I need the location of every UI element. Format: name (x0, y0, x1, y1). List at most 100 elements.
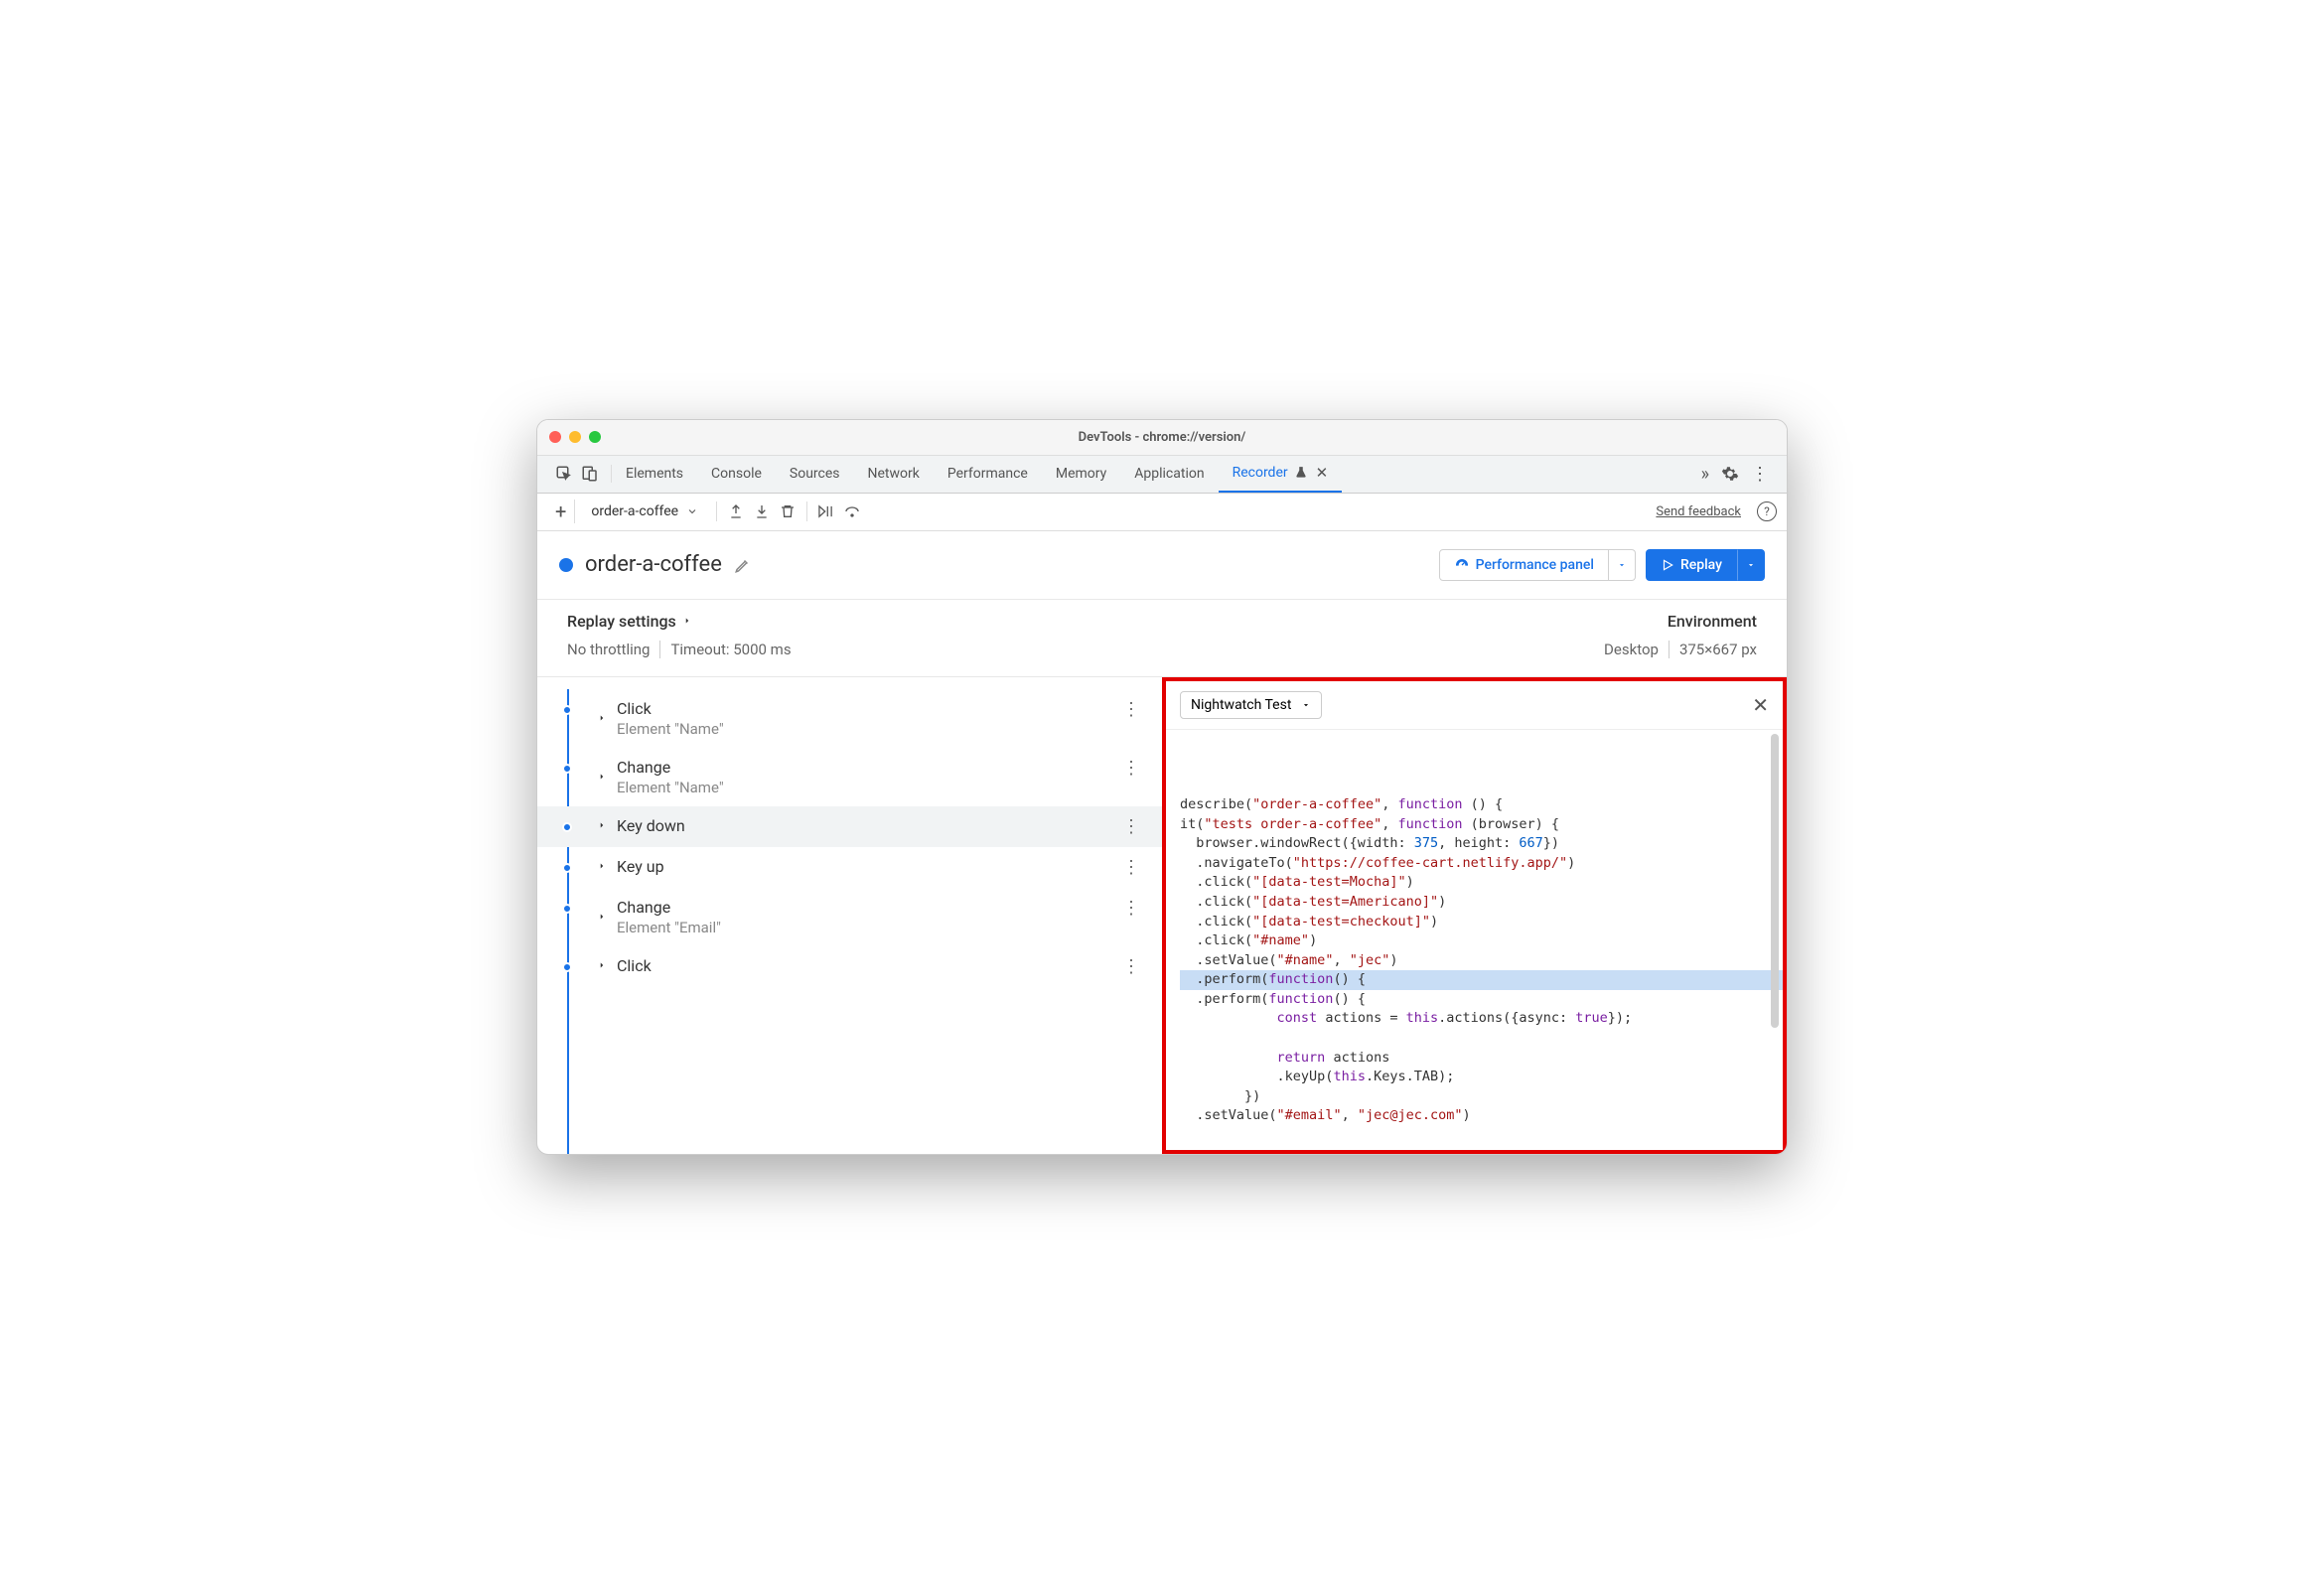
step-title: Change (617, 898, 1112, 917)
step-row[interactable]: Key down ⋮ (537, 806, 1162, 847)
recording-status-dot (559, 558, 573, 572)
tab-performance[interactable]: Performance (934, 455, 1042, 493)
main-area: Click Element "Name" ⋮ Change Element "N… (537, 677, 1787, 1154)
titlebar: DevTools - chrome://version/ (537, 420, 1787, 456)
step-menu-button[interactable]: ⋮ (1112, 857, 1150, 878)
help-icon[interactable]: ? (1757, 501, 1777, 521)
step-menu-button[interactable]: ⋮ (1112, 816, 1150, 837)
send-feedback-link[interactable]: Send feedback (1656, 504, 1741, 519)
recording-select[interactable]: order-a-coffee (583, 503, 706, 519)
devtools-window: DevTools - chrome://version/ ElementsCon… (536, 419, 1788, 1155)
step-menu-button[interactable]: ⋮ (1112, 699, 1150, 720)
timeline-dot (562, 904, 572, 914)
environment-label: Environment (1668, 612, 1757, 631)
code-line: }) (1180, 1087, 1769, 1107)
chevron-right-icon (597, 820, 607, 830)
play-pause-icon[interactable] (817, 502, 835, 520)
play-icon (1661, 558, 1674, 572)
tab-sources[interactable]: Sources (776, 455, 854, 493)
settings-icon[interactable] (1721, 465, 1739, 483)
replay-settings-row: Replay settings Environment (537, 600, 1787, 635)
replay-label: Replay (1680, 557, 1722, 573)
tab-network[interactable]: Network (854, 455, 934, 493)
code-line: describe("order-a-coffee", function () { (1180, 795, 1769, 815)
replay-settings-toggle[interactable]: Replay settings (567, 612, 692, 631)
code-line: browser.windowRect({width: 375, height: … (1180, 834, 1769, 854)
chevron-right-icon (597, 772, 607, 782)
step-menu-button[interactable]: ⋮ (1112, 898, 1150, 919)
code-body[interactable]: describe("order-a-coffee", function () {… (1166, 730, 1783, 1150)
tab-elements[interactable]: Elements (612, 455, 697, 493)
chevron-down-icon (686, 505, 698, 517)
more-tabs-icon[interactable]: » (1701, 464, 1709, 485)
performance-panel-dropdown[interactable] (1609, 549, 1636, 581)
step-title: Click (617, 956, 1112, 975)
tab-memory[interactable]: Memory (1042, 455, 1120, 493)
chevron-down-icon (1301, 700, 1311, 710)
step-title: Change (617, 758, 1112, 777)
tab-application[interactable]: Application (1120, 455, 1218, 493)
replay-button[interactable]: Replay (1646, 549, 1737, 581)
performance-panel-button[interactable]: Performance panel (1439, 549, 1609, 581)
timeline-dot (562, 764, 572, 774)
code-line: .perform(function() { (1180, 990, 1769, 1010)
export-icon[interactable] (727, 502, 745, 520)
tab-console[interactable]: Console (697, 455, 776, 493)
delete-icon[interactable] (779, 502, 797, 520)
code-line: .perform(function() { (1180, 970, 1769, 990)
replay-dropdown[interactable] (1737, 549, 1765, 581)
chevron-right-icon (597, 861, 607, 871)
step-subtitle: Element "Name" (617, 779, 1112, 796)
step-row[interactable]: Click ⋮ (537, 946, 1162, 987)
step-title: Key up (617, 857, 1112, 876)
chevron-right-icon (597, 713, 607, 723)
code-line: .click("[data-test=checkout]") (1180, 913, 1769, 932)
step-subtitle: Element "Email" (617, 919, 1112, 936)
code-line: .setValue("#email", "jec@jec.com") (1180, 1106, 1769, 1126)
timeout-value: Timeout: 5000 ms (650, 641, 791, 658)
new-recording-button[interactable]: + (547, 500, 575, 523)
step-title: Click (617, 699, 1112, 718)
chevron-right-icon (682, 616, 692, 626)
inspect-icon[interactable] (555, 465, 573, 483)
export-format-select[interactable]: Nightwatch Test (1180, 691, 1322, 719)
recording-header: order-a-coffee Performance panel Replay (537, 531, 1787, 600)
import-icon[interactable] (753, 502, 771, 520)
code-line: it("tests order-a-coffee", function (bro… (1180, 815, 1769, 835)
close-panel-button[interactable]: ✕ (1752, 693, 1769, 717)
tab-close-icon[interactable]: ✕ (1316, 464, 1329, 482)
recording-name: order-a-coffee (591, 503, 678, 519)
performance-panel-label: Performance panel (1476, 557, 1594, 573)
step-row[interactable]: Change Element "Name" ⋮ (537, 748, 1162, 806)
code-line: .navigateTo("https://coffee-cart.netlify… (1180, 854, 1769, 874)
code-export-panel: Nightwatch Test ✕ describe("order-a-coff… (1162, 677, 1787, 1154)
edit-title-button[interactable] (734, 556, 752, 574)
settings-info: No throttlingTimeout: 5000 ms Desktop375… (537, 635, 1787, 677)
kebab-menu-icon[interactable]: ⋮ (1751, 464, 1769, 485)
step-row[interactable]: Key up ⋮ (537, 847, 1162, 888)
step-subtitle: Element "Name" (617, 720, 1112, 738)
code-line: return actions (1180, 1049, 1769, 1069)
replay-settings-label: Replay settings (567, 612, 676, 631)
step-row[interactable]: Click Element "Name" ⋮ (537, 689, 1162, 748)
step-menu-button[interactable]: ⋮ (1112, 956, 1150, 977)
code-line: const actions = this.actions({async: tru… (1180, 1009, 1769, 1029)
export-format-label: Nightwatch Test (1191, 697, 1291, 713)
scrollbar[interactable] (1771, 734, 1779, 1028)
gauge-icon (1454, 557, 1470, 573)
step-over-icon[interactable] (843, 502, 861, 520)
step-menu-button[interactable]: ⋮ (1112, 758, 1150, 779)
timeline-dot (562, 863, 572, 873)
tab-recorder[interactable]: Recorder✕ (1219, 455, 1343, 493)
code-line: .click("[data-test=Mocha]") (1180, 873, 1769, 893)
code-line: .setValue("#name", "jec") (1180, 951, 1769, 971)
step-row[interactable]: Change Element "Email" ⋮ (537, 888, 1162, 946)
window-title: DevTools - chrome://version/ (537, 430, 1787, 445)
env-device: Desktop (1604, 641, 1659, 658)
throttling-value: No throttling (567, 641, 650, 658)
page-title: order-a-coffee (585, 552, 722, 577)
timeline-dot (562, 962, 572, 972)
chevron-right-icon (597, 912, 607, 922)
device-toggle-icon[interactable] (581, 465, 599, 483)
devtools-tabs: ElementsConsoleSourcesNetworkPerformance… (537, 456, 1787, 494)
